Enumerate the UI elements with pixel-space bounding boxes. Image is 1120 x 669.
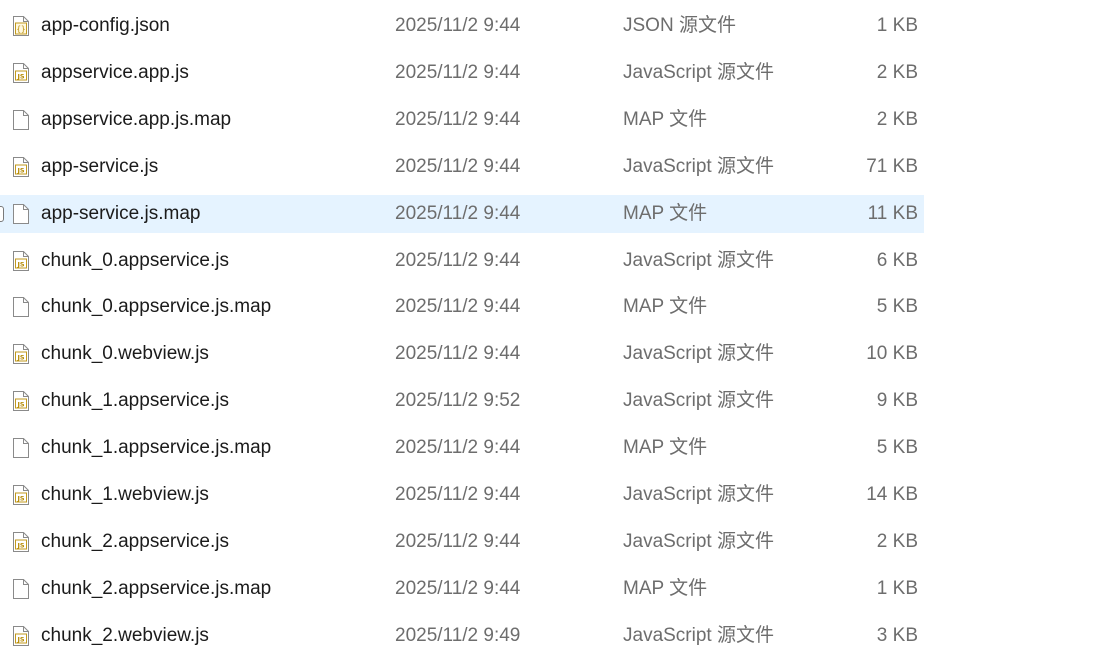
file-row[interactable]: JS chunk_1.appservice.js 2025/11/2 9:52 Jav… [0, 382, 924, 420]
file-type: MAP 文件 [623, 202, 708, 224]
file-type: JavaScript 源文件 [623, 249, 774, 271]
file-date-modified: 2025/11/2 9:49 [395, 624, 521, 646]
file-date-modified: 2025/11/2 9:44 [395, 202, 521, 224]
file-type: JavaScript 源文件 [623, 343, 774, 365]
file-size: 11 KB [867, 202, 918, 224]
file-date-modified: 2025/11/2 9:44 [395, 61, 521, 83]
file-list: {} app-config.json 2025/11/2 9:44 JSON 源文件 1… [0, 0, 1120, 669]
js-file-icon: JS [12, 484, 30, 506]
file-size: 14 KB [866, 484, 918, 505]
file-date-modified: 2025/11/2 9:44 [395, 296, 521, 318]
file-name: appservice.app.js [41, 61, 189, 83]
file-date-modified: 2025/11/2 9:44 [395, 343, 521, 365]
blank-file-icon [12, 109, 30, 131]
file-date-modified: 2025/11/2 9:44 [395, 15, 521, 36]
svg-text:JS: JS [16, 260, 24, 268]
js-file-icon: JS [12, 625, 30, 647]
file-type: JavaScript 源文件 [623, 61, 774, 83]
file-type: JavaScript 源文件 [623, 390, 774, 412]
js-file-icon: JS [12, 62, 30, 84]
file-date-modified: 2025/11/2 9:44 [395, 249, 521, 271]
file-date-modified: 2025/11/2 9:44 [395, 108, 521, 130]
file-row[interactable]: appservice.app.js.map 2025/11/2 9:44 MAP 文… [0, 101, 924, 139]
svg-text:JS: JS [16, 354, 24, 362]
json-file-icon: {} [12, 15, 30, 37]
svg-text:{}: {} [16, 25, 25, 34]
file-row[interactable]: chunk_1.appservice.js.map 2025/11/2 9:44 M… [0, 429, 924, 467]
file-size: 2 KB [876, 530, 918, 552]
file-size: 2 KB [876, 108, 918, 130]
file-type: JavaScript 源文件 [623, 530, 774, 552]
file-type: JavaScript 源文件 [623, 155, 774, 177]
file-name: chunk_2.appservice.js.map [41, 577, 272, 599]
file-row[interactable]: JS chunk_0.webview.js 2025/11/2 9:44 JavaSc… [0, 335, 924, 373]
file-size: 3 KB [876, 624, 918, 646]
file-row[interactable]: {} app-config.json 2025/11/2 9:44 JSON 源文件 1… [0, 7, 924, 45]
file-row[interactable]: chunk_0.appservice.js.map 2025/11/2 9:44 M… [0, 288, 924, 326]
file-date-modified: 2025/11/2 9:44 [395, 530, 521, 552]
file-name: chunk_2.appservice.js [41, 530, 229, 552]
svg-text:JS: JS [16, 400, 24, 408]
file-name: chunk_0.appservice.js [41, 249, 229, 271]
file-type: JavaScript 源文件 [623, 484, 774, 505]
file-date-modified: 2025/11/2 9:44 [395, 437, 521, 459]
svg-text:JS: JS [16, 494, 24, 502]
blank-file-icon [12, 437, 30, 459]
file-row[interactable]: JS appservice.app.js 2025/11/2 9:44 JavaScr… [0, 54, 924, 92]
selection-checkbox[interactable] [0, 205, 4, 222]
svg-text:JS: JS [16, 166, 24, 174]
file-size: 71 KB [866, 155, 918, 177]
file-name: chunk_1.webview.js [41, 484, 209, 505]
js-file-icon: JS [12, 531, 30, 553]
js-file-icon: JS [12, 390, 30, 412]
file-type: JavaScript 源文件 [623, 624, 774, 646]
blank-file-icon [12, 296, 30, 318]
file-name: appservice.app.js.map [41, 108, 232, 130]
file-name: app-service.js.map [41, 202, 201, 224]
file-name: chunk_1.appservice.js [41, 390, 229, 412]
file-size: 9 KB [876, 390, 918, 412]
file-type: MAP 文件 [623, 577, 708, 599]
file-name: chunk_0.webview.js [41, 343, 209, 365]
file-size: 10 KB [866, 343, 918, 365]
svg-text:JS: JS [16, 541, 24, 549]
file-name: app-service.js [41, 155, 159, 177]
file-type: MAP 文件 [623, 296, 708, 318]
blank-file-icon [12, 203, 30, 225]
file-row[interactable]: JS chunk_2.webview.js 2025/11/2 9:49 JavaSc… [0, 617, 924, 655]
file-name: chunk_0.appservice.js.map [41, 296, 272, 318]
file-row[interactable]: chunk_2.appservice.js.map 2025/11/2 9:44 M… [0, 570, 924, 608]
file-row-selected[interactable]: app-service.js.map 2025/11/2 9:44 MAP 文件 11… [0, 194, 924, 233]
file-size: 1 KB [876, 577, 918, 599]
file-date-modified: 2025/11/2 9:44 [395, 155, 521, 177]
file-size: 5 KB [876, 437, 918, 459]
file-date-modified: 2025/11/2 9:52 [395, 390, 521, 412]
file-type: MAP 文件 [623, 437, 708, 459]
file-name: chunk_1.appservice.js.map [41, 437, 272, 459]
file-size: 1 KB [876, 15, 918, 36]
file-type: JSON 源文件 [623, 15, 736, 36]
file-row[interactable]: JS chunk_2.appservice.js 2025/11/2 9:44 Jav… [0, 523, 924, 561]
svg-text:JS: JS [16, 72, 24, 80]
file-date-modified: 2025/11/2 9:44 [395, 577, 521, 599]
blank-file-icon [12, 578, 30, 600]
js-file-icon: JS [12, 343, 30, 365]
file-date-modified: 2025/11/2 9:44 [395, 484, 521, 505]
js-file-icon: JS [12, 250, 30, 272]
svg-text:JS: JS [16, 635, 24, 643]
file-size: 6 KB [876, 249, 918, 271]
file-row[interactable]: JS chunk_1.webview.js 2025/11/2 9:44 JavaSc… [0, 476, 924, 514]
file-type: MAP 文件 [623, 108, 708, 130]
js-file-icon: JS [12, 156, 30, 178]
file-name: chunk_2.webview.js [41, 624, 209, 646]
file-name: app-config.json [41, 15, 170, 36]
file-size: 2 KB [876, 61, 918, 83]
file-row[interactable]: JS chunk_0.appservice.js 2025/11/2 9:44 Jav… [0, 242, 924, 280]
file-row[interactable]: JS app-service.js 2025/11/2 9:44 JavaScript… [0, 148, 924, 186]
file-size: 5 KB [876, 296, 918, 318]
